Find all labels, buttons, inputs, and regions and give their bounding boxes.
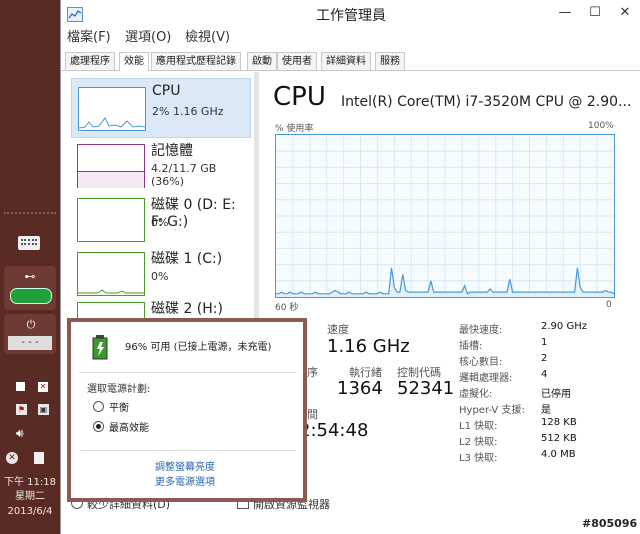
resource-item-disk0[interactable]: 磁碟 0 (D: E: F: G:) 0% (71, 190, 249, 248)
divider (79, 450, 297, 451)
tab-details[interactable]: 詳細資料 (321, 52, 371, 70)
plan-balanced-radio[interactable] (93, 401, 104, 412)
processes-label: 序 (307, 366, 318, 379)
menu-view[interactable]: 檢視(V) (185, 28, 230, 48)
resource-item-memory[interactable]: 記憶體 4.2/11.7 GB (36%) (71, 136, 249, 194)
power-status: - - - (8, 336, 52, 350)
spec-value: 已停用 (541, 389, 571, 400)
close-circle-icon[interactable]: ✕ (6, 452, 18, 464)
flag-error-icon[interactable]: ✕ (38, 382, 48, 392)
plan-high-performance-label[interactable]: 最高效能 (109, 419, 149, 434)
cpu-thumbnail (78, 87, 146, 131)
minimize-button[interactable]: — (551, 2, 579, 24)
plan-high-performance-radio[interactable] (93, 421, 104, 432)
tab-performance[interactable]: 效能 (119, 52, 149, 71)
network-icon: ⊷ (24, 270, 36, 283)
uptime-value: 2:54:48 (299, 420, 369, 441)
spec-key: L3 快取: (459, 453, 498, 464)
tab-app-history[interactable]: 應用程式歷程記錄 (151, 52, 241, 70)
spec-value: 是 (541, 405, 551, 416)
resource-value: 0% (151, 216, 169, 229)
cpu-model-name: Intel(R) Core(TM) i7-3520M CPU @ 2.90... (341, 94, 632, 110)
resource-name: 記憶體 (151, 143, 193, 159)
resource-name: CPU (152, 83, 181, 99)
spec-key: 邏輯處理器: (459, 373, 513, 384)
utilization-label: % 使用率 (275, 124, 314, 134)
spec-key: 核心數目: (459, 357, 503, 368)
network-status-indicator (10, 288, 52, 304)
plug-icon: ⏻ (26, 318, 36, 331)
document-icon[interactable] (34, 452, 44, 464)
monitor-icon[interactable]: ▣ (38, 404, 49, 415)
menu-options[interactable]: 選項(O) (125, 28, 171, 48)
spec-key: L2 快取: (459, 437, 498, 448)
disk0-thumbnail (77, 198, 145, 242)
resource-item-cpu[interactable]: CPU 2% 1.16 GHz (71, 78, 251, 138)
square-icon[interactable] (16, 382, 25, 391)
cpu-utilization-graph (275, 134, 615, 298)
spec-key: 插槽: (459, 341, 483, 352)
graph-time-label: 60 秒 (275, 303, 299, 313)
spec-value: 4 (541, 369, 548, 380)
network-widget[interactable]: ⊷ (4, 266, 56, 310)
disk1-thumbnail (77, 252, 145, 296)
spec-key: Hyper-V 支援: (459, 405, 525, 416)
utilization-max-label: 100% (588, 121, 614, 131)
resource-value: 2% 1.16 GHz (152, 105, 224, 118)
spec-key: 最快速度: (459, 325, 503, 336)
tab-users[interactable]: 使用者 (277, 52, 317, 70)
detail-title: CPU (273, 82, 326, 112)
memory-thumbnail (77, 144, 145, 188)
resource-name: 磁碟 2 (H:) (151, 301, 223, 317)
tab-processes[interactable]: 處理程序 (65, 52, 115, 70)
menu-bar: 檔案(F) 選項(O) 檢視(V) (61, 28, 640, 48)
close-button[interactable]: ✕ (611, 2, 639, 24)
security-icon[interactable]: ⚑ (16, 404, 27, 415)
watermark: #805096 (582, 517, 638, 530)
clock-weekday: 星期二 (15, 491, 45, 502)
tab-startup[interactable]: 啟動 (247, 52, 277, 70)
clock-date: 2013/6/4 (7, 506, 53, 517)
tab-bar: 處理程序 效能 應用程式歷程記錄 啟動 使用者 詳細資料 服務 (61, 50, 640, 71)
spec-key: L1 快取: (459, 421, 498, 432)
graph-zero-label: 0 (606, 300, 612, 310)
divider (79, 372, 297, 373)
power-plan-label: 選取電源計劃: (87, 384, 151, 395)
spec-key: 虛擬化: (459, 389, 493, 400)
threads-value: 1364 (337, 378, 383, 399)
spec-value: 2.90 GHz (541, 321, 587, 332)
resource-name: 磁碟 1 (C:) (151, 251, 223, 267)
spec-value: 512 KB (541, 433, 577, 444)
tab-services[interactable]: 服務 (375, 52, 405, 70)
battery-status: 96% 可用 (已接上電源，未充電) (125, 342, 272, 353)
speed-label: 速度 (327, 323, 349, 336)
keyboard-icon[interactable] (18, 236, 40, 250)
maximize-button[interactable]: ☐ (581, 2, 609, 24)
taskbar-grip (4, 212, 56, 218)
spec-value: 2 (541, 353, 548, 364)
more-power-options-link[interactable]: 更多電源選項 (155, 473, 215, 488)
clock-time[interactable]: 下午 11:18 (0, 476, 60, 489)
spec-value: 4.0 MB (541, 449, 576, 460)
spec-value: 128 KB (541, 417, 577, 428)
resource-value: 0% (151, 270, 169, 283)
resource-value: 4.2/11.7 GB (36%) (151, 162, 217, 188)
handles-value: 52341 (397, 378, 455, 399)
title-bar[interactable]: 工作管理員 — ☐ ✕ (61, 0, 640, 28)
speaker-icon[interactable]: 🔊︎ (16, 426, 24, 441)
battery-icon (91, 334, 111, 360)
spec-value: 1 (541, 337, 548, 348)
speed-value: 1.16 GHz (327, 336, 410, 357)
cpu-graph-svg (276, 135, 615, 297)
power-widget[interactable]: ⏻ - - - (4, 314, 56, 354)
plan-balanced-label[interactable]: 平衡 (109, 399, 129, 414)
power-flyout: 96% 可用 (已接上電源，未充電) 選取電源計劃: 平衡 最高效能 調整螢幕亮… (67, 318, 307, 502)
taskbar: ⊷ ⏻ - - - ✕ ⚑ ▣ 🔊︎ ✕ 下午 11:18 星期二 2013/6… (0, 0, 60, 534)
menu-file[interactable]: 檔案(F) (67, 28, 111, 48)
adjust-brightness-link[interactable]: 調整螢幕亮度 (155, 458, 215, 473)
